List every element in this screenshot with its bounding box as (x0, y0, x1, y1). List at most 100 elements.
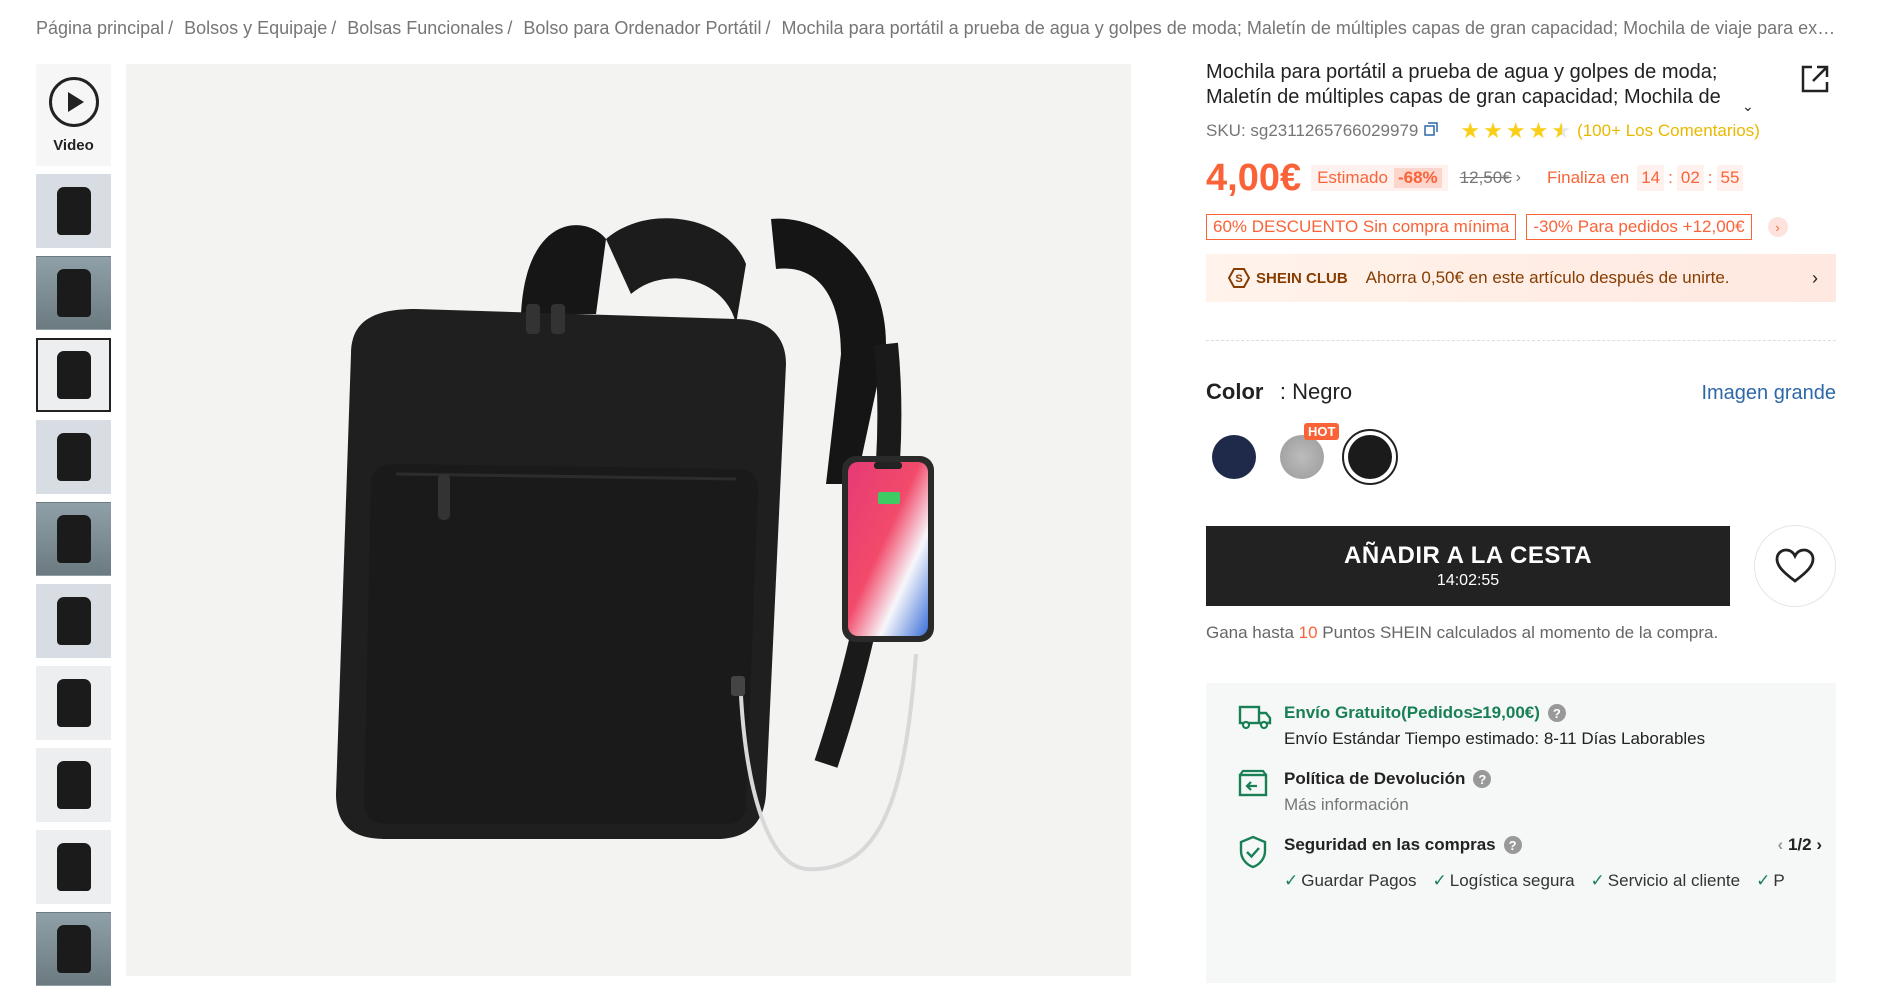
points-number: 10 (1298, 623, 1318, 642)
check-icon: ✓ (1590, 871, 1605, 890)
swatch-gray[interactable]: HOT (1274, 423, 1340, 485)
thumbnail-3[interactable] (36, 338, 111, 412)
product-title: Mochila para portátil a prueba de agua y… (1206, 61, 1721, 108)
promo-coupon-1[interactable]: 60% DESCUENTO Sin compra mínima (1206, 214, 1517, 240)
add-to-cart-label: AÑADIR A LA CESTA (1344, 542, 1593, 569)
big-image-link[interactable]: Imagen grande (1701, 382, 1836, 405)
reviews-link[interactable]: (100+ Los Comentarios) (1577, 121, 1760, 141)
thumbnail-10[interactable] (36, 912, 111, 986)
discount-percent: -68% (1393, 168, 1442, 188)
club-logo: S SHEIN CLUB (1228, 267, 1348, 289)
chevron-right-icon[interactable]: › (1516, 169, 1521, 187)
chevron-left-icon[interactable]: ‹ (1778, 835, 1784, 854)
shipping-info[interactable]: Envío Gratuito(Pedidos≥19,00€)? Envío Es… (1238, 703, 1836, 749)
cart-row: AÑADIR A LA CESTA 14:02:55 (1206, 525, 1836, 607)
main-product-image[interactable] (126, 64, 1131, 976)
purchase-security: Seguridad en las compras? ‹ 1/2 › ✓ Guard… (1238, 835, 1836, 891)
return-title: Política de Devolución (1284, 769, 1466, 788)
points-suffix: Puntos SHEIN calculados al momento de la… (1322, 623, 1719, 642)
points-prefix: Gana hasta (1206, 623, 1294, 642)
shipping-subtitle: Envío Estándar Tiempo estimado: 8-11 Día… (1284, 729, 1706, 748)
thumbnail-2[interactable] (36, 256, 111, 330)
sale-price: 4,00€ (1206, 156, 1302, 199)
shield-icon (1238, 835, 1272, 891)
thumbnail-9[interactable] (36, 830, 111, 904)
chevron-right-icon[interactable]: › (1816, 835, 1822, 854)
divider (1206, 340, 1836, 341)
breadcrumb-functional-bags[interactable]: Bolsas Funcionales (347, 18, 503, 38)
chevron-right-icon[interactable]: › (1767, 217, 1788, 237)
breadcrumb-bags[interactable]: Bolsos y Equipaje (184, 18, 327, 38)
half-star-icon: ★ (1551, 118, 1572, 143)
thumbnail-1[interactable] (36, 174, 111, 248)
chevron-down-icon[interactable]: ⌄ (1742, 98, 1754, 115)
return-policy[interactable]: Política de Devolución? Más información (1238, 769, 1836, 815)
security-pager: ‹ 1/2 › (1778, 835, 1822, 855)
thumbnail-7[interactable] (36, 666, 111, 740)
price-row: 4,00€ Estimado -68% 12,50€ › Finaliza en… (1206, 156, 1836, 200)
color-swatches: HOT (1206, 423, 1836, 485)
help-icon[interactable]: ? (1503, 836, 1522, 854)
breadcrumb-home[interactable]: Página principal (36, 18, 164, 38)
security-title: Seguridad en las compras (1284, 835, 1496, 854)
help-icon[interactable]: ? (1547, 704, 1566, 722)
promo-row: 60% DESCUENTO Sin compra mínima -30% Par… (1206, 214, 1836, 240)
star-icon: ★ (1483, 118, 1503, 143)
product-info-panel: Mochila para portátil a prueba de agua y… (1206, 60, 1836, 983)
check-icon: ✓ (1284, 871, 1299, 890)
security-item: ✓ Logística segura (1432, 871, 1575, 890)
add-to-cart-countdown: 14:02:55 (1436, 572, 1500, 589)
club-text: Ahorra 0,50€ en este artículo después de… (1365, 268, 1730, 287)
shipping-title: Envío Gratuito(Pedidos≥19,00€) (1284, 703, 1540, 722)
rating-stars: ★ ★ ★ ★ ★ (1460, 120, 1571, 142)
security-item: ✓ P (1756, 871, 1785, 890)
hot-badge: HOT (1304, 423, 1340, 440)
sku-row: SKU: sg2311265766029979 ★ ★ ★ ★ ★ (100+ … (1206, 118, 1836, 144)
color-selector-header: Color : Negro Imagen grande (1206, 379, 1836, 405)
color-value: : Negro (1279, 379, 1353, 404)
countdown-minutes: 02 (1676, 165, 1704, 191)
return-subtitle[interactable]: Más información (1284, 795, 1491, 815)
color-label: Color (1206, 379, 1264, 404)
play-icon (48, 76, 99, 127)
shein-club-banner[interactable]: S SHEIN CLUB Ahorra 0,50€ en este artícu… (1206, 254, 1836, 302)
service-box: Envío Gratuito(Pedidos≥19,00€)? Envío Es… (1206, 683, 1836, 983)
security-item: ✓ Guardar Pagos (1284, 871, 1417, 890)
breadcrumb-laptop-bag[interactable]: Bolso para Ordenador Portátil (523, 18, 761, 38)
thumbnail-video[interactable]: Video (36, 64, 111, 166)
countdown: Finaliza en 14: 02: 55 (1547, 165, 1747, 191)
breadcrumb-current: Mochila para portátil a prueba de agua y… (781, 18, 1836, 38)
thumbnail-8[interactable] (36, 748, 111, 822)
truck-icon (1238, 703, 1272, 749)
help-icon[interactable]: ? (1473, 770, 1492, 788)
sku-text: SKU: sg2311265766029979 (1206, 121, 1419, 140)
swatch-navy[interactable] (1206, 429, 1262, 485)
original-price[interactable]: 12,50€ (1460, 168, 1512, 188)
heart-icon (1775, 548, 1815, 583)
check-icon: ✓ (1756, 871, 1771, 890)
countdown-label: Finaliza en (1546, 168, 1630, 187)
points-info: Gana hasta 10 Puntos SHEIN calculados al… (1206, 623, 1836, 643)
thumbnail-6[interactable] (36, 584, 111, 658)
add-to-cart-button[interactable]: AÑADIR A LA CESTA 14:02:55 (1206, 526, 1731, 606)
club-badge-icon: S (1228, 268, 1250, 288)
security-items: ✓ Guardar Pagos ✓ Logística segura ✓ Servic… (1284, 871, 1836, 891)
security-item: ✓ Servicio al cliente (1590, 871, 1741, 890)
wishlist-button[interactable] (1754, 525, 1836, 607)
thumbnail-4[interactable] (36, 420, 111, 494)
promo-coupon-2[interactable]: -30% Para pedidos +12,00€ (1526, 214, 1752, 240)
pager-value: 1/2 (1787, 835, 1812, 854)
thumbnail-list: Video (36, 64, 111, 994)
star-icon: ★ (1505, 118, 1526, 143)
chevron-right-icon: › (1812, 267, 1818, 288)
estimated-badge: Estimado -68% (1311, 165, 1448, 191)
club-brand: SHEIN CLUB (1256, 269, 1348, 287)
swatch-black[interactable] (1342, 429, 1398, 485)
copy-icon[interactable] (1424, 121, 1439, 141)
thumbnail-5[interactable] (36, 502, 111, 576)
breadcrumb: Página principal / Bolsos y Equipaje / Bol… (36, 18, 1836, 39)
return-icon (1238, 769, 1272, 815)
video-label: Video (53, 136, 94, 154)
countdown-seconds: 55 (1716, 165, 1744, 191)
star-icon: ★ (1528, 118, 1549, 143)
